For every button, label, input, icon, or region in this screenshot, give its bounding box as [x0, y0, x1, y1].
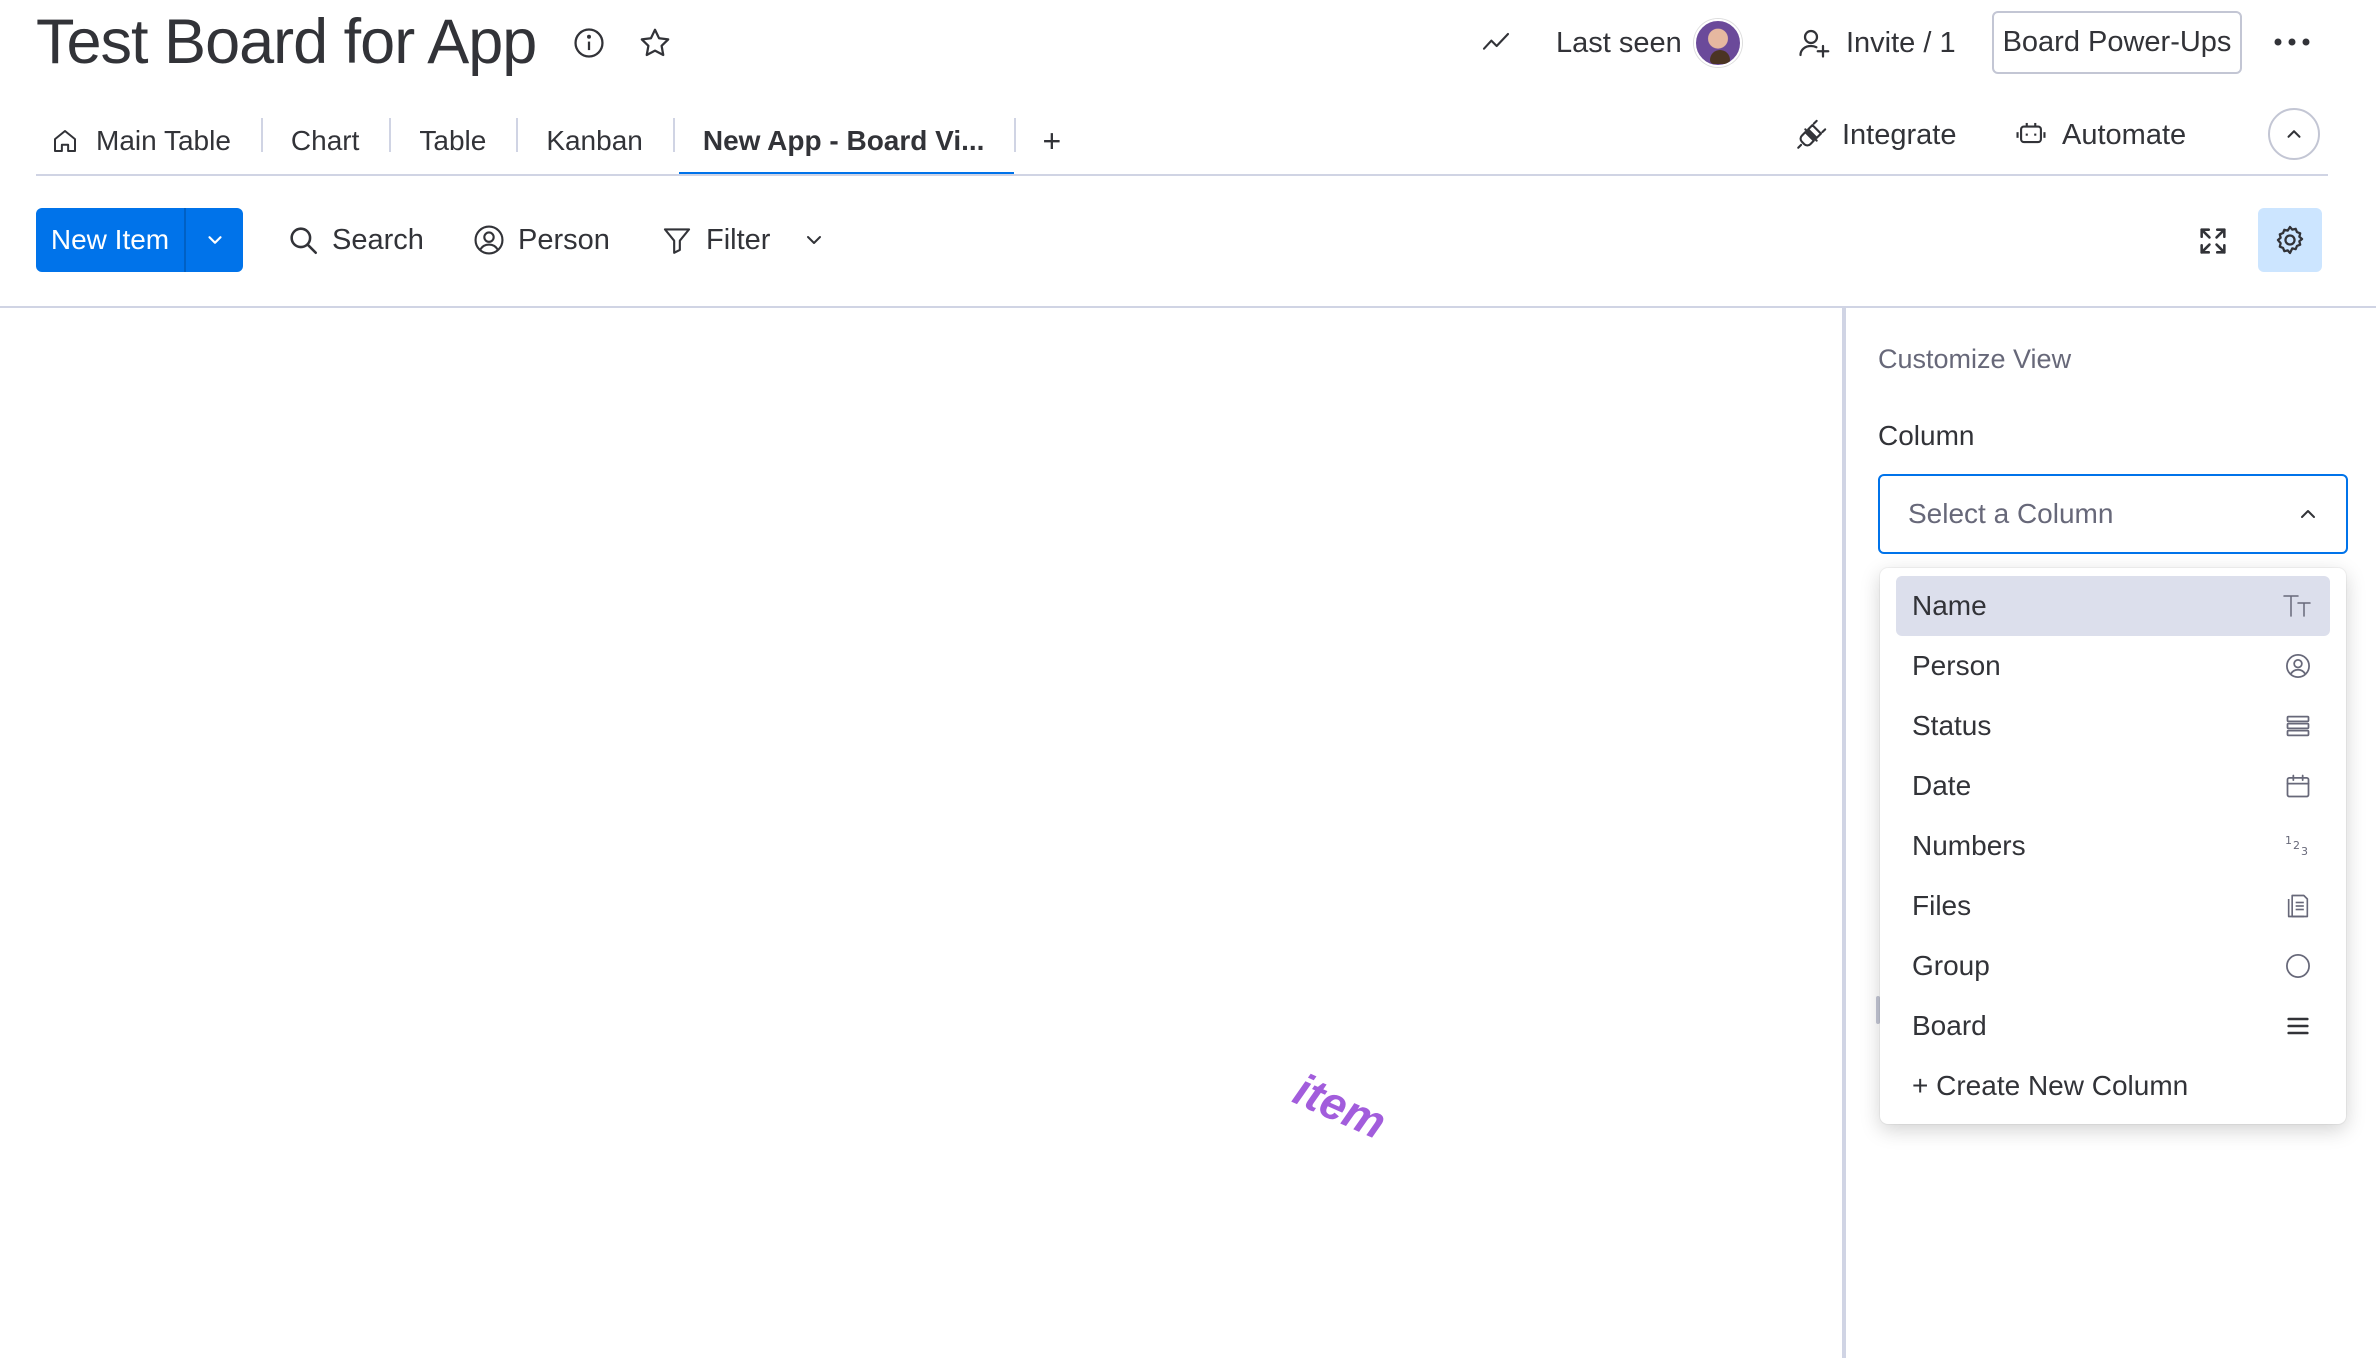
tab-label: New App - Board Vi... [702, 125, 985, 156]
option-label: Name [1912, 590, 1987, 621]
tab-chart[interactable]: Chart [260, 106, 389, 176]
files-icon [2280, 888, 2316, 924]
new-item-button[interactable]: New Item [36, 208, 186, 272]
new-item-dropdown-button[interactable] [186, 208, 243, 272]
tab-label: Chart [290, 125, 360, 156]
chevron-up-icon [2296, 502, 2320, 526]
home-icon [50, 126, 80, 156]
column-option-status[interactable]: Status [1896, 696, 2330, 756]
person-label: Person [518, 223, 610, 256]
option-label: Files [1912, 890, 1972, 921]
board-power-ups-button[interactable]: Board Power-Ups [1992, 11, 2242, 74]
filter-icon [660, 223, 694, 257]
column-dropdown-menu: Name Person Status Date Numbers 123 File… [1880, 568, 2346, 1124]
tab-label: Table [419, 125, 487, 156]
option-label: Group [1912, 950, 1990, 981]
tab-label: Main Table [96, 125, 231, 156]
new-item-button-group: New Item [36, 208, 243, 272]
search-icon [286, 223, 320, 257]
view-settings-button[interactable] [2258, 208, 2322, 272]
status-lines-icon [2280, 708, 2316, 744]
plug-icon [1794, 118, 1828, 152]
integrate-label: Integrate [1842, 118, 1957, 151]
svg-text:3: 3 [2301, 845, 2308, 858]
menu-lines-icon [2280, 1008, 2316, 1044]
filter-button[interactable]: Filter [660, 214, 770, 266]
svg-text:1: 1 [2285, 834, 2292, 847]
last-seen[interactable]: Last seen [1556, 19, 1742, 67]
numbers-icon: 123 [2280, 828, 2316, 864]
activity-icon[interactable] [1476, 22, 1516, 62]
person-circle-icon [472, 223, 506, 257]
calendar-icon [2280, 768, 2316, 804]
star-icon[interactable] [632, 20, 678, 66]
filter-options-chevron-icon[interactable] [796, 222, 832, 258]
column-option-name[interactable]: Name [1896, 576, 2330, 636]
column-option-date[interactable]: Date [1896, 756, 2330, 816]
fullscreen-icon[interactable] [2190, 218, 2236, 264]
last-seen-label: Last seen [1556, 26, 1682, 59]
person-circle-icon [2280, 648, 2316, 684]
chevron-down-icon [204, 229, 226, 251]
invite-label: Invite / 1 [1846, 26, 1956, 59]
gear-icon [2273, 223, 2307, 257]
column-label: Column [1878, 420, 1975, 451]
automate-label: Automate [2062, 118, 2187, 151]
option-label: Person [1912, 650, 2001, 681]
column-option-board[interactable]: Board [1896, 996, 2330, 1056]
filter-label: Filter [706, 223, 771, 256]
more-options-icon[interactable] [2270, 20, 2314, 64]
search-button[interactable]: Search [286, 214, 424, 266]
column-option-files[interactable]: Files [1896, 876, 2330, 936]
text-type-icon [2280, 588, 2316, 624]
column-option-person[interactable]: Person [1896, 636, 2330, 696]
tab-new-app-board-view[interactable]: New App - Board Vi... [672, 106, 1015, 176]
column-option-numbers[interactable]: Numbers 123 [1896, 816, 2330, 876]
svg-text:2: 2 [2293, 839, 2300, 852]
chevron-up-icon [2283, 123, 2305, 145]
avatar[interactable] [1693, 19, 1742, 67]
robot-icon [2014, 118, 2048, 152]
add-person-icon [1796, 25, 1832, 61]
collapse-header-button[interactable] [2268, 108, 2320, 160]
info-icon[interactable] [568, 22, 610, 64]
option-label: Numbers [1912, 830, 2026, 861]
add-view-button[interactable]: + [1014, 106, 1089, 176]
search-label: Search [332, 223, 424, 256]
option-label: Status [1912, 710, 1992, 741]
create-new-column-button[interactable]: + Create New Column [1896, 1056, 2330, 1116]
column-select[interactable]: Select a Column [1878, 474, 2348, 554]
board-title[interactable]: Test Board for App [36, 2, 537, 82]
integrate-button[interactable]: Integrate [1794, 112, 1956, 158]
tabs-divider [36, 174, 2328, 176]
automate-button[interactable]: Automate [2014, 112, 2186, 158]
tab-label: Kanban [546, 125, 643, 156]
column-select-placeholder: Select a Column [1908, 498, 2114, 529]
column-option-group[interactable]: Group [1896, 936, 2330, 996]
option-label: Board [1912, 1010, 1987, 1041]
tab-kanban[interactable]: Kanban [516, 106, 673, 176]
view-tabs: Main Table Chart Table Kanban New App - … [36, 106, 1089, 176]
panel-title: Customize View [1878, 344, 2072, 374]
invite-button[interactable]: Invite / 1 [1796, 20, 1956, 66]
option-label: Date [1912, 770, 1972, 801]
circle-icon [2280, 948, 2316, 984]
person-filter-button[interactable]: Person [472, 214, 610, 266]
board-view-canvas[interactable] [0, 308, 1842, 1358]
tab-table[interactable]: Table [389, 106, 516, 176]
tab-main-table[interactable]: Main Table [36, 106, 261, 176]
